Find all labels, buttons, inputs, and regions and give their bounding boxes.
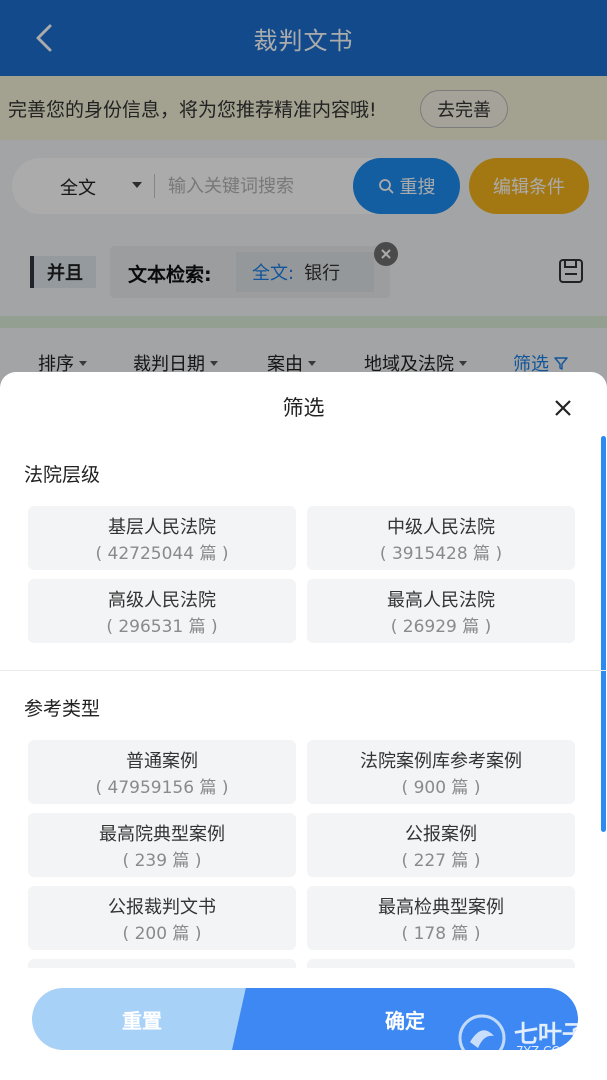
close-icon — [555, 400, 571, 416]
scrollbar[interactable] — [601, 436, 606, 832]
option-count: ( 42725044 篇 ) — [95, 544, 229, 564]
option-name: 基层人民法院 — [108, 517, 216, 538]
option-count: ( 900 篇 ) — [401, 778, 481, 798]
option-count: ( 239 篇 ) — [122, 851, 202, 871]
leaf-logo-icon — [458, 1014, 506, 1062]
option-court-basic[interactable]: 基层人民法院 ( 42725044 篇 ) — [28, 506, 296, 570]
option-count: ( 47959156 篇 ) — [95, 778, 229, 798]
option-name: 普通案例 — [126, 751, 198, 772]
option-name: 高级人民法院 — [108, 590, 216, 611]
option-name: 公报案例 — [405, 824, 477, 845]
section-divider — [0, 670, 607, 671]
option-count: ( 227 篇 ) — [401, 851, 481, 871]
option-count: ( 296531 篇 ) — [106, 617, 218, 637]
reset-button[interactable]: 重置 — [32, 988, 252, 1050]
option-name: 公报裁判文书 — [108, 897, 216, 918]
sheet-title: 筛选 — [282, 396, 325, 420]
close-sheet-button[interactable] — [549, 394, 577, 422]
option-name: 最高检典型案例 — [378, 897, 504, 918]
watermark-sub: 7YZ.COM — [516, 1044, 572, 1058]
option-name: 中级人民法院 — [387, 517, 495, 538]
option-name: 最高院典型案例 — [99, 824, 225, 845]
option-court-intermediate[interactable]: 中级人民法院 ( 3915428 篇 ) — [307, 506, 575, 570]
watermark-logo: 七叶子 7YZ.COM — [456, 1010, 596, 1066]
option-ref-gazette-case[interactable]: 公报案例 ( 227 篇 ) — [307, 813, 575, 877]
option-court-high[interactable]: 高级人民法院 ( 296531 篇 ) — [28, 579, 296, 643]
option-ref-ordinary[interactable]: 普通案例 ( 47959156 篇 ) — [28, 740, 296, 804]
option-count: ( 3915428 篇 ) — [379, 544, 503, 564]
option-count: ( 26929 篇 ) — [390, 617, 492, 637]
option-court-supreme[interactable]: 最高人民法院 ( 26929 篇 ) — [307, 579, 575, 643]
option-name: 最高人民法院 — [387, 590, 495, 611]
option-ref-case-library[interactable]: 法院案例库参考案例 ( 900 篇 ) — [307, 740, 575, 804]
section-title-reference-type: 参考类型 — [24, 698, 101, 720]
section-title-court-level: 法院层级 — [24, 464, 101, 486]
option-name: 法院案例库参考案例 — [360, 751, 522, 772]
option-count: ( 178 篇 ) — [401, 924, 481, 944]
filter-sheet: 筛选 法院层级 基层人民法院 ( 42725044 篇 ) 中级人民法院 ( 3… — [0, 372, 607, 1080]
option-ref-gazette-judgment[interactable]: 公报裁判文书 ( 200 篇 ) — [28, 886, 296, 950]
option-ref-supreme-typical[interactable]: 最高院典型案例 ( 239 篇 ) — [28, 813, 296, 877]
option-ref-procuratorate-typical[interactable]: 最高检典型案例 ( 178 篇 ) — [307, 886, 575, 950]
option-count: ( 200 篇 ) — [122, 924, 202, 944]
